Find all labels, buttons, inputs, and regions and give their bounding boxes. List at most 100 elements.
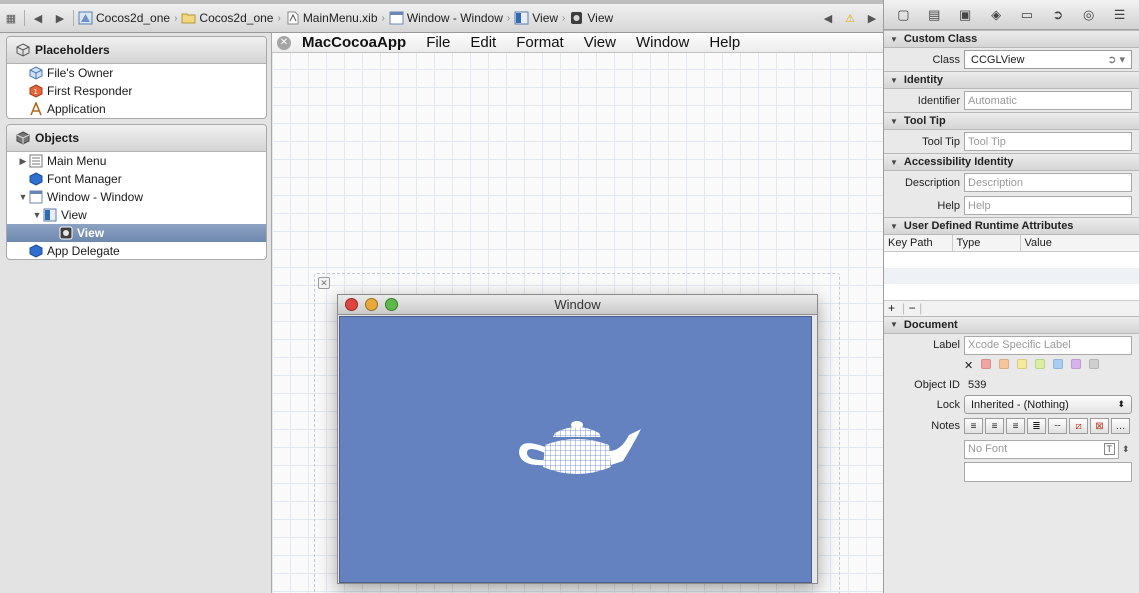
size-inspector-icon[interactable]: ▭ [1015, 4, 1039, 26]
section-custom-class[interactable]: ▼ Custom Class [884, 30, 1139, 48]
window-minimize-button[interactable] [365, 298, 378, 311]
menu-file[interactable]: File [416, 34, 460, 51]
related-items-icon[interactable]: ▦ [0, 8, 22, 28]
breadcrumb-view[interactable]: View [512, 8, 560, 28]
align-left-icon[interactable]: ≡ [964, 418, 983, 434]
disclosure-closed-icon[interactable]: ▶ [17, 156, 29, 167]
tool-tip-field[interactable]: Tool Tip [964, 132, 1132, 151]
font-field[interactable]: No Font T [964, 439, 1119, 459]
outline-item-view[interactable]: ▼ View [7, 206, 266, 224]
objects-header[interactable]: Objects [7, 125, 266, 152]
back-button[interactable]: ◀ [27, 8, 49, 28]
window-close-button[interactable] [345, 298, 358, 311]
menu-help[interactable]: Help [699, 34, 750, 51]
menu-view[interactable]: View [574, 34, 626, 51]
more-options-icon[interactable]: … [1111, 418, 1130, 434]
effects-inspector-icon[interactable]: ☰ [1108, 4, 1132, 26]
font-picker-icon[interactable]: T [1103, 443, 1115, 455]
next-issue-button[interactable]: ▶ [861, 8, 883, 28]
window-titlebar[interactable]: Window [338, 295, 817, 315]
lock-popup[interactable]: Inherited - (Nothing) ⬍ [964, 395, 1132, 414]
menu-window[interactable]: Window [626, 34, 699, 51]
lock-row: Lock Inherited - (Nothing) ⬍ [884, 395, 1139, 415]
navigate-arrow-icon[interactable]: ➲ ▾ [1107, 53, 1125, 66]
interface-builder-canvas[interactable]: ✕ MacCocoaApp File Edit Format View Wind… [272, 33, 883, 593]
close-icon[interactable]: ✕ [318, 277, 330, 289]
quick-help-icon[interactable]: ▤ [922, 4, 946, 26]
attributes-inspector-icon[interactable]: ◈ [984, 4, 1008, 26]
window-icon [389, 11, 404, 25]
identity-inspector-icon[interactable]: ▣ [953, 4, 977, 26]
menu-edit[interactable]: Edit [460, 34, 506, 51]
connections-inspector-icon[interactable]: ➲ [1046, 4, 1070, 26]
column-header-key-path[interactable]: Key Path [884, 235, 952, 252]
previous-issue-button[interactable]: ◀ [817, 8, 839, 28]
align-justify-icon[interactable]: ≣ [1027, 418, 1046, 434]
outline-item-font-manager[interactable]: Font Manager [7, 170, 266, 188]
section-document[interactable]: ▼ Document [884, 315, 1139, 334]
column-header-value[interactable]: Value [1019, 235, 1139, 252]
jump-bar: ▦ ◀ ▶ Cocos2d_one › Cocos2d_one › MainMe… [0, 0, 883, 33]
disclosure-open-icon[interactable]: ▼ [17, 192, 29, 202]
line-style-icon[interactable]: ┈ [1048, 418, 1067, 434]
label-color-swatch[interactable] [981, 359, 992, 369]
file-inspector-icon[interactable]: ▢ [891, 4, 915, 26]
placeholders-header[interactable]: Placeholders [7, 37, 266, 64]
section-accessibility[interactable]: ▼ Accessibility Identity [884, 153, 1139, 171]
section-identity[interactable]: ▼ Identity [884, 71, 1139, 89]
no-color-icon[interactable]: ⧄ [1069, 418, 1088, 434]
forward-button[interactable]: ▶ [49, 8, 71, 28]
teapot-icon [519, 421, 641, 474]
xib-file-icon [285, 11, 300, 25]
disclosure-open-icon[interactable]: ▼ [31, 210, 43, 220]
font-stepper[interactable]: ⬍ [1122, 444, 1130, 455]
notes-text-area[interactable] [964, 462, 1132, 482]
label-color-swatch[interactable] [1017, 359, 1028, 369]
label-color-swatch[interactable] [1035, 359, 1046, 369]
label-color-swatch[interactable] [1071, 359, 1082, 369]
close-icon[interactable]: ✕ [277, 35, 291, 50]
label-color-swatch[interactable] [1053, 359, 1064, 369]
clear-color-icon[interactable]: ✕ [964, 359, 973, 372]
outline-item-window[interactable]: ▼ Window - Window [7, 188, 266, 206]
outline-item-app-delegate[interactable]: App Delegate [7, 242, 266, 259]
class-combo-field[interactable]: CCGLView ➲ ▾ [964, 50, 1132, 69]
description-field[interactable]: Description [964, 173, 1132, 192]
align-right-icon[interactable]: ≡ [1006, 418, 1025, 434]
help-field[interactable]: Help [964, 196, 1132, 215]
menu-format[interactable]: Format [506, 34, 574, 51]
identifier-field[interactable]: Automatic [964, 91, 1132, 110]
label-field[interactable]: Xcode Specific Label [964, 335, 1132, 355]
window-zoom-button[interactable] [385, 298, 398, 311]
custom-view-icon [569, 11, 584, 25]
column-header-type[interactable]: Type [951, 235, 1020, 252]
menu-app[interactable]: MacCocoaApp [298, 34, 416, 51]
table-row [884, 267, 1139, 284]
chevron-right-icon: › [506, 12, 511, 24]
outline-item-main-menu[interactable]: ▶ Main Menu [7, 152, 266, 170]
outline-item-first-responder[interactable]: 1 First Responder [7, 82, 266, 100]
outline-item-application[interactable]: Application [7, 100, 266, 118]
breadcrumb-window[interactable]: Window - Window [387, 8, 505, 28]
remove-attribute-button[interactable]: − [905, 301, 919, 315]
breadcrumb-folder[interactable]: Cocos2d_one [179, 8, 275, 28]
outline-label: Application [47, 102, 106, 116]
outline-item-files-owner[interactable]: File's Owner [7, 64, 266, 82]
chevron-right-icon: › [562, 12, 566, 24]
breadcrumb-xib[interactable]: MainMenu.xib [283, 8, 380, 28]
section-runtime-attributes[interactable]: ▼ User Defined Runtime Attributes [884, 217, 1139, 235]
window-preview[interactable]: Window [337, 294, 818, 584]
outline-item-glview[interactable]: View [7, 224, 266, 242]
add-attribute-button[interactable]: + [888, 301, 902, 315]
bindings-inspector-icon[interactable]: ◎ [1077, 4, 1101, 26]
text-color-icon[interactable]: ⊠ [1090, 418, 1109, 434]
breadcrumb-glview[interactable]: View [567, 8, 615, 28]
warning-icon[interactable]: ⚠ [839, 8, 861, 28]
align-center-icon[interactable]: ≡ [985, 418, 1004, 434]
breadcrumb-project[interactable]: Cocos2d_one [76, 8, 172, 28]
label-color-swatch[interactable] [999, 359, 1010, 369]
section-tool-tip[interactable]: ▼ Tool Tip [884, 112, 1139, 130]
gl-view[interactable] [339, 316, 812, 583]
label-color-swatch[interactable] [1089, 359, 1100, 369]
runtime-attributes-table[interactable]: Key Path Type Value [884, 235, 1139, 252]
